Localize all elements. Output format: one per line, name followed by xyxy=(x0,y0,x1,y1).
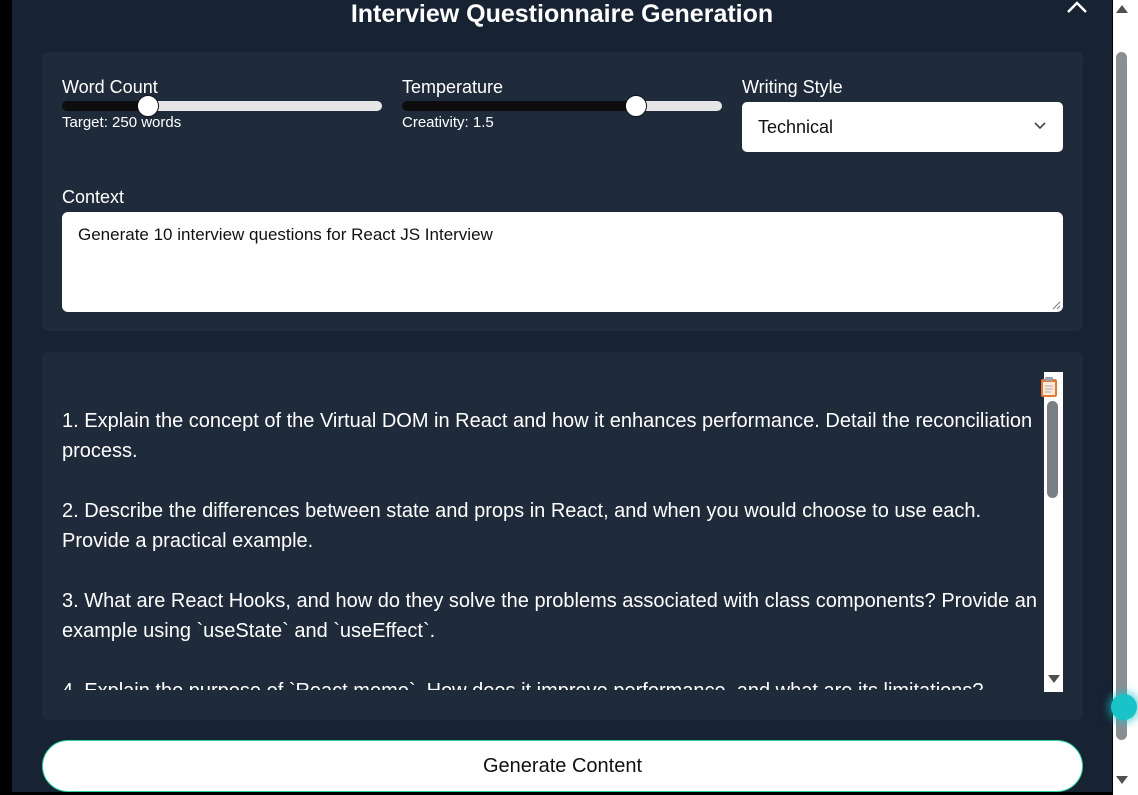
output-panel: 1. Explain the concept of the Virtual DO… xyxy=(42,352,1083,720)
output-item: 4. Explain the purpose of `React.memo`. … xyxy=(62,676,1046,690)
generate-content-button[interactable]: Generate Content xyxy=(42,740,1083,792)
resize-grip-icon[interactable] xyxy=(1051,300,1061,310)
output-item: 1. Explain the concept of the Virtual DO… xyxy=(62,410,1033,462)
page-title: Interview Questionnaire Generation xyxy=(350,0,774,28)
temperature-label: Temperature xyxy=(402,77,504,97)
chevron-down-icon xyxy=(1034,122,1046,130)
scroll-down-arrow-icon[interactable] xyxy=(1116,776,1128,784)
scroll-down-arrow-icon[interactable] xyxy=(1048,675,1060,683)
word-count-caption: Target: 250 words xyxy=(62,114,182,131)
temperature-slider[interactable] xyxy=(402,95,722,117)
generated-content: 1. Explain the concept of the Virtual DO… xyxy=(62,372,1046,690)
output-scrollbar-thumb[interactable] xyxy=(1047,401,1058,498)
floating-handle[interactable] xyxy=(1111,694,1137,720)
close-icon[interactable] xyxy=(1065,0,1089,14)
word-count-label: Word Count xyxy=(62,77,158,97)
temperature-slider-thumb[interactable] xyxy=(624,95,647,117)
output-item: 3. What are React Hooks, and how do they… xyxy=(62,590,1037,642)
output-item: 2. Describe the differences between stat… xyxy=(62,500,982,552)
scroll-up-arrow-icon[interactable] xyxy=(1116,5,1128,13)
context-label: Context xyxy=(62,187,125,207)
modal: Interview Questionnaire Generation Word … xyxy=(12,0,1112,792)
writing-style-value: Technical xyxy=(758,117,834,137)
output-scrollbar[interactable] xyxy=(1044,372,1063,692)
clipboard-icon[interactable] xyxy=(1040,376,1058,398)
word-count-slider[interactable] xyxy=(62,95,382,117)
writing-style-label: Writing Style xyxy=(742,77,843,97)
context-text: Generate 10 interview questions for Reac… xyxy=(78,225,493,244)
page-scrollbar-thumb[interactable] xyxy=(1116,52,1127,740)
writing-style-select[interactable]: Technical xyxy=(742,102,1063,152)
temperature-caption: Creativity: 1.5 xyxy=(402,114,494,131)
context-textarea[interactable]: Generate 10 interview questions for Reac… xyxy=(62,212,1063,312)
page-scrollbar[interactable] xyxy=(1113,0,1138,795)
